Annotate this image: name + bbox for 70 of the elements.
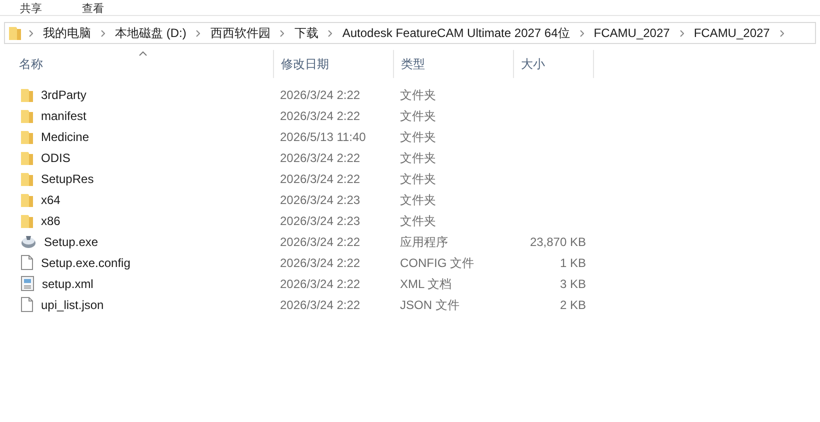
chevron-icon [101,30,105,36]
file-type: 文件夹 [399,86,437,104]
modified-date: 2026/3/24 2:23 [279,212,362,230]
column-header[interactable]: 类型 [394,50,514,78]
breadcrumb-item[interactable]: 我的电脑 [41,24,93,42]
breadcrumb-item[interactable]: 下载 [292,24,320,42]
column-header[interactable]: 大小 [514,50,594,78]
column-header[interactable]: 名称 [12,50,274,78]
file-name[interactable]: x64 [41,190,60,208]
file-size: 2 KB [560,296,586,314]
breadcrumb-item[interactable]: FCAMU_2027 [692,24,772,42]
folder-icon [21,172,33,186]
file-name[interactable]: upi_list.json [41,296,104,314]
file-type: 文件夹 [399,150,437,166]
chevron-icon [328,30,332,36]
file-size: 1 KB [560,254,586,272]
xml-document-icon [21,276,34,291]
file-name[interactable]: 3rdParty [41,86,86,104]
file-name[interactable]: SetupRes [41,170,94,188]
folder-icon [21,192,33,206]
breadcrumb-item[interactable]: Autodesk FeatureCAM Ultimate 2027 64位 [340,24,572,42]
modified-date: 2026/3/24 2:22 [279,276,362,292]
folder-icon [21,108,33,122]
chevron-icon [680,30,684,36]
document-icon [21,255,33,270]
file-type: 文件夹 [399,108,437,124]
installer-icon [21,234,36,248]
modified-date: 2026/3/24 2:22 [279,170,362,188]
document-icon [21,297,33,312]
file-size: 23,870 KB [530,234,586,250]
file-type: 文件夹 [399,170,437,188]
chevron-icon [580,30,584,36]
modified-date: 2026/3/24 2:22 [279,86,362,104]
file-type: 文件夹 [399,192,437,208]
breadcrumb-item[interactable]: 本地磁盘 (D:) [113,24,188,42]
ribbon-tab[interactable]: 共享 [20,3,42,15]
folder-icon [21,88,33,102]
file-type: CONFIG 文件 [399,254,475,272]
file-name[interactable]: Medicine [41,128,90,146]
column-header[interactable]: 修改日期 [274,50,394,78]
chevron-icon [280,30,284,36]
chevron-icon [196,30,200,36]
chevron-icon [780,30,784,36]
file-name[interactable]: Setup.exe.config [41,254,130,272]
folder-icon [9,26,21,40]
breadcrumb-item[interactable]: 西西软件园 [208,24,272,42]
modified-date: 2026/3/24 2:22 [279,234,362,250]
file-name[interactable]: manifest [41,106,86,124]
file-type: 文件夹 [399,128,437,146]
file-type: 文件夹 [399,212,437,230]
modified-date: 2026/5/13 11:40 [279,128,367,146]
file-name[interactable]: Setup.exe [44,232,98,250]
modified-date: 2026/3/24 2:22 [279,108,362,124]
file-type: XML 文档 [399,276,453,292]
modified-date: 2026/3/24 2:22 [279,296,362,314]
file-name[interactable]: setup.xml [42,274,94,292]
file-name[interactable]: ODIS [41,148,70,166]
modified-date: 2026/3/24 2:22 [279,150,362,166]
file-type: 应用程序 [399,234,449,250]
file-type: JSON 文件 [399,296,460,314]
ribbon-tab[interactable]: 查看 [82,3,104,15]
chevron-icon [29,30,33,36]
file-size: 3 KB [560,276,586,292]
file-name[interactable]: x86 [41,212,60,230]
breadcrumb-item[interactable]: FCAMU_2027 [592,24,672,42]
modified-date: 2026/3/24 2:23 [279,192,362,208]
folder-icon [21,150,33,164]
folder-icon [21,130,33,144]
folder-icon [21,214,33,228]
modified-date: 2026/3/24 2:22 [279,254,362,272]
